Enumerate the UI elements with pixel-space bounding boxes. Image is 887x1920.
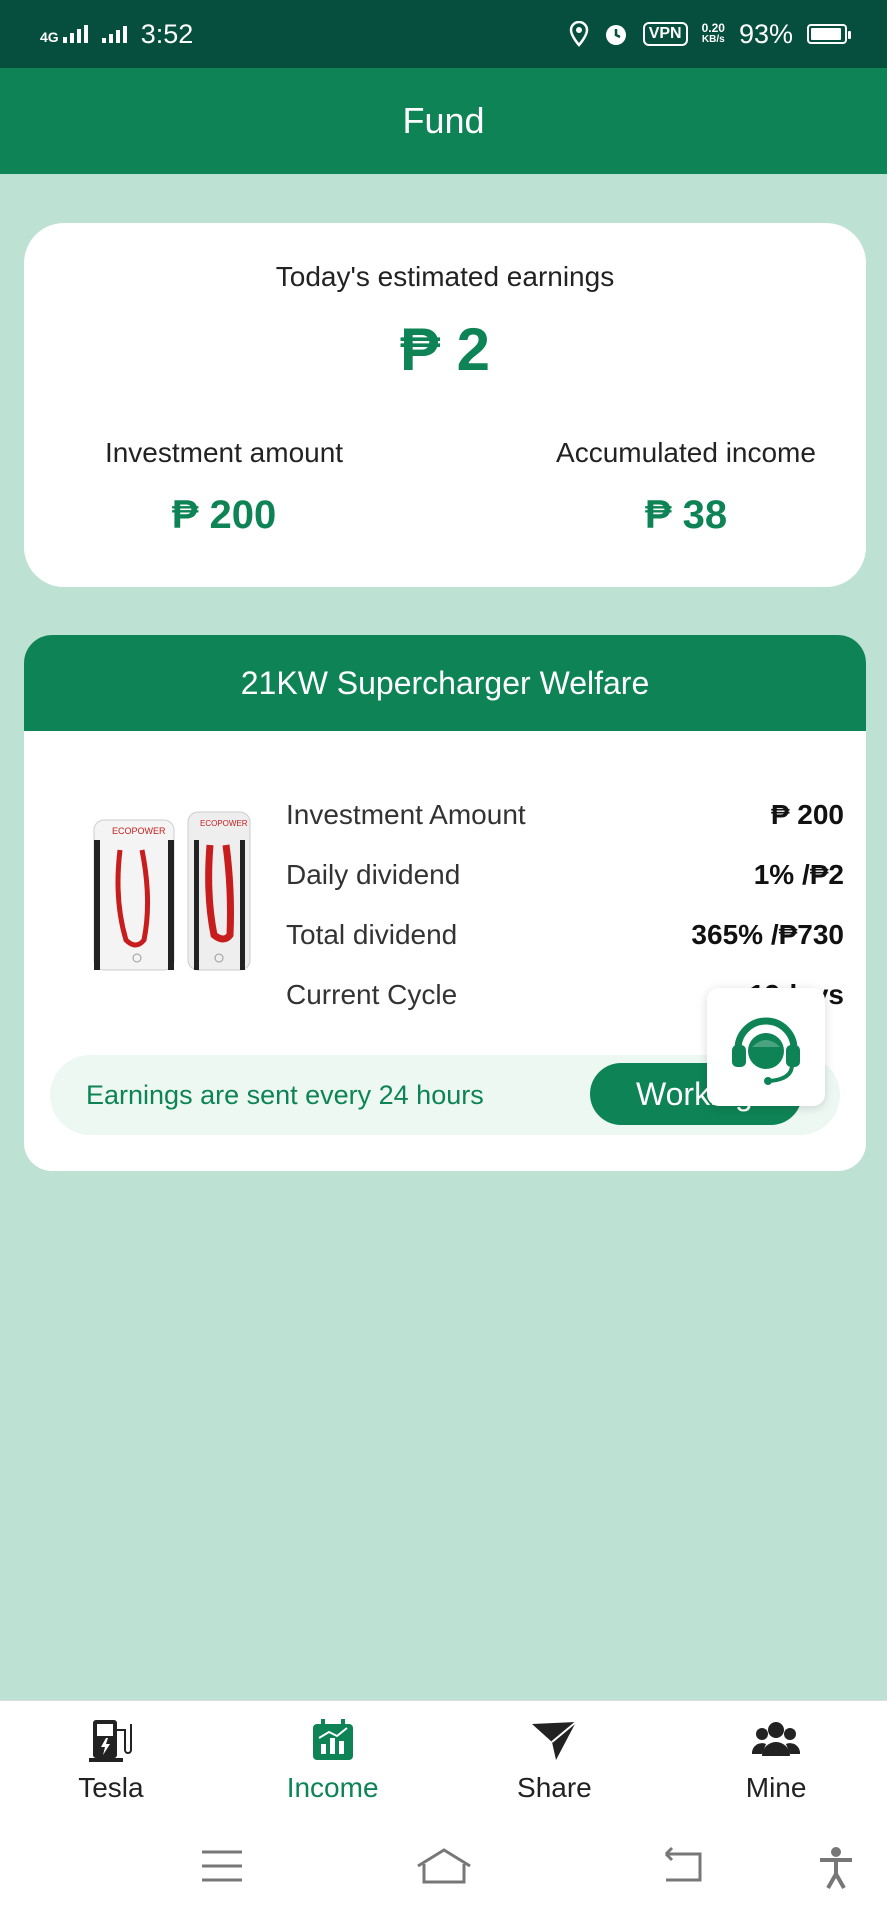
product-header: 21KW Supercharger Welfare <box>24 635 866 731</box>
home-icon[interactable] <box>416 1846 472 1891</box>
detail-value: 1% /₱2 <box>753 859 844 890</box>
detail-label: Current Cycle <box>286 979 458 1010</box>
status-right: VPN 0.20 KB/s 93% <box>569 18 851 50</box>
app-header: Fund <box>0 68 887 174</box>
detail-row: Daily dividend 1% /₱2 <box>286 845 844 905</box>
system-nav-bar <box>0 1816 887 1920</box>
clock: 3:52 <box>140 18 194 49</box>
alarm-icon <box>605 25 626 45</box>
nav-label-share: Share <box>517 1771 592 1803</box>
accessibility-icon[interactable] <box>818 1846 854 1895</box>
customer-service-button[interactable] <box>707 988 825 1106</box>
location-icon <box>569 21 588 47</box>
nav-label-tesla: Tesla <box>78 1771 144 1803</box>
detail-value: ₱ 200 <box>770 799 844 830</box>
speed-value: 0.20 <box>701 21 725 35</box>
product-title: 21KW Supercharger Welfare <box>240 664 650 701</box>
status-bar: 4G 3:52 VPN 0.20 KB/s 93% <box>0 0 887 68</box>
menu-icon[interactable] <box>200 1846 244 1891</box>
nav-item-mine[interactable]: Mine <box>665 1701 887 1816</box>
accumulated-income-block: Accumulated income ₱ 38 <box>506 437 866 538</box>
status-left: 4G 3:52 <box>40 19 193 50</box>
signal-2-icon <box>101 25 127 43</box>
investment-amount-value: ₱ 200 <box>171 493 277 537</box>
income-chart-icon <box>309 1714 357 1766</box>
charger-brand-right: ECOPOWER <box>200 819 248 828</box>
back-icon[interactable] <box>656 1846 704 1891</box>
battery-fill <box>811 28 841 40</box>
speed-unit: KB/s <box>701 34 725 45</box>
accumulated-income-label: Accumulated income <box>556 437 816 468</box>
detail-value: 365% /₱730 <box>691 919 844 950</box>
detail-label: Investment Amount <box>286 799 526 830</box>
nav-item-share[interactable]: Share <box>444 1701 666 1816</box>
network-speed: 0.20 KB/s <box>702 22 725 46</box>
accumulated-income-value: ₱ 38 <box>644 493 728 537</box>
signal-icon <box>62 25 88 43</box>
earnings-value: ₱ 2 <box>399 316 491 383</box>
investment-amount-block: Investment amount ₱ 200 <box>44 437 404 538</box>
nav-item-tesla[interactable]: Tesla <box>0 1701 222 1816</box>
vpn-badge: VPN <box>642 22 688 46</box>
nav-label-mine: Mine <box>745 1771 807 1803</box>
network-indicator: 4G <box>40 25 88 45</box>
detail-label: Daily dividend <box>286 859 461 890</box>
page-title: Fund <box>402 100 485 141</box>
nav-label-income: Income <box>286 1771 379 1803</box>
customer-service-icon <box>732 1017 800 1085</box>
earnings-card: Today's estimated earnings ₱ 2 Investmen… <box>24 223 866 587</box>
battery-percent: 93% <box>738 18 793 49</box>
detail-row: Total dividend 365% /₱730 <box>286 905 844 965</box>
detail-row: Investment Amount ₱ 200 <box>286 785 844 845</box>
detail-label: Total dividend <box>286 919 458 950</box>
earnings-schedule-note: Earnings are sent every 24 hours <box>86 1079 484 1110</box>
send-icon <box>530 1714 578 1766</box>
nav-item-income[interactable]: Income <box>222 1701 444 1816</box>
battery-icon <box>807 24 851 44</box>
network-type: 4G <box>40 29 59 45</box>
investment-amount-label: Investment amount <box>104 437 344 468</box>
bottom-nav: Tesla Income Share Mine <box>0 1700 887 1816</box>
users-icon <box>752 1714 801 1766</box>
charger-brand-left: ECOPOWER <box>112 826 166 836</box>
earnings-title: Today's estimated earnings <box>275 261 615 292</box>
charger-icon <box>87 1714 135 1766</box>
supercharger-image: ECOPOWER ECOPOWER <box>93 811 251 971</box>
